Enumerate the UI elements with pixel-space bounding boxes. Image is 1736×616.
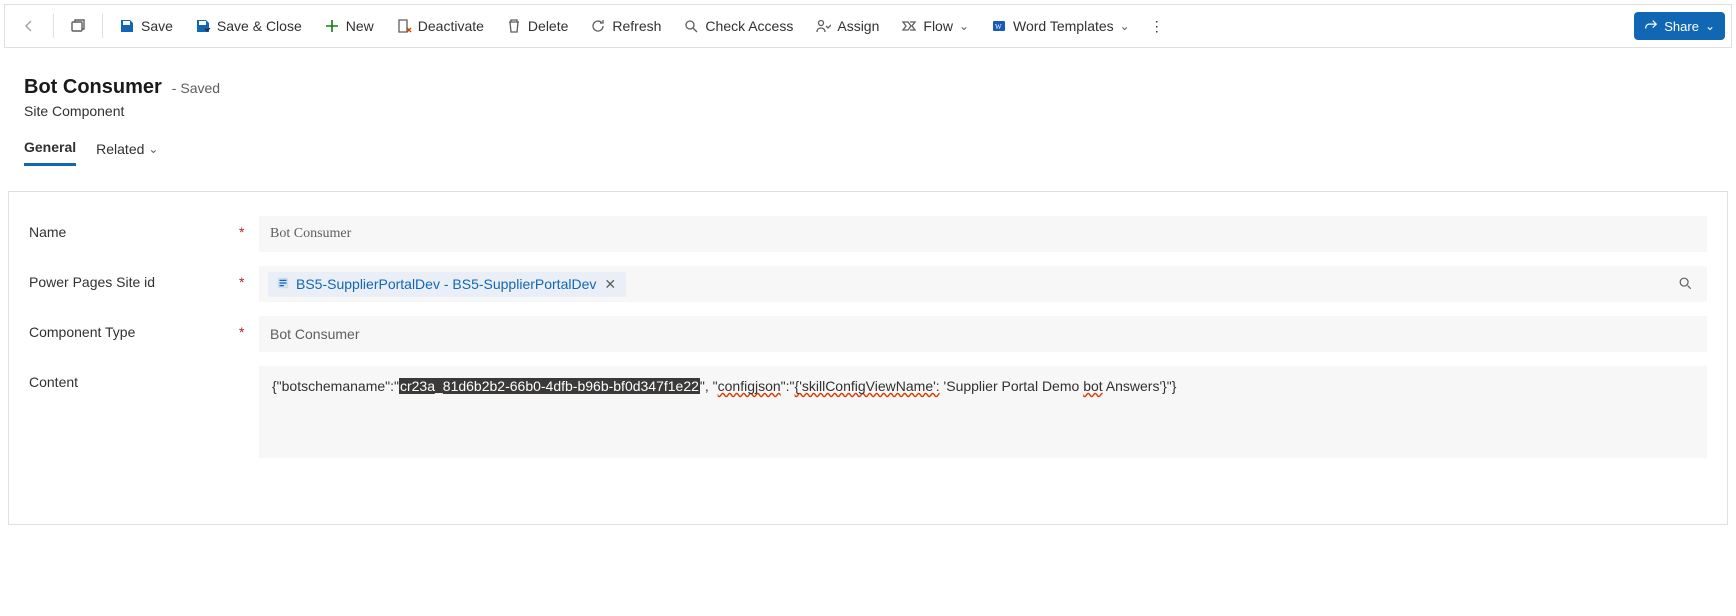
more-icon: ⋮ [1150,18,1164,35]
open-in-new-icon [70,18,86,34]
deactivate-label: Deactivate [418,18,484,34]
remove-chip-button[interactable]: ✕ [602,276,618,293]
assign-icon [815,18,831,34]
share-button[interactable]: Share ⌄ [1634,12,1725,40]
form-section-general: Name * Bot Consumer Power Pages Site id … [8,191,1728,525]
spacer [239,366,249,374]
entity-icon [276,276,290,293]
flow-label: Flow [923,18,953,34]
save-close-button[interactable]: Save & Close [185,8,312,44]
save-label: Save [141,18,173,34]
field-site-id: Power Pages Site id * BS5-SupplierPortal… [9,260,1727,310]
word-icon: W [991,18,1007,34]
chevron-down-icon: ⌄ [1705,19,1715,33]
form-header: Bot Consumer Saved Site Component [4,52,1732,119]
tab-general-label: General [24,139,76,155]
svg-text:W: W [995,23,1002,31]
command-bar: Save Save & Close New Deactivate Delete … [4,4,1732,48]
field-component-type-label: Component Type [29,316,229,340]
entity-name: Site Component [24,103,1712,119]
assign-button[interactable]: Assign [805,8,889,44]
back-arrow-icon [21,18,37,34]
field-site-id-lookup[interactable]: BS5-SupplierPortalDev - BS5-SupplierPort… [259,266,1707,302]
field-content-textarea[interactable]: {"botschemaname":"cr23a_81d6b2b2-66b0-4d… [259,366,1707,458]
check-access-label: Check Access [705,18,793,34]
record-title: Bot Consumer [24,76,162,99]
field-site-id-label: Power Pages Site id [29,266,229,290]
share-label: Share [1664,19,1699,34]
trash-icon [506,18,522,34]
content-squiggle: {'skillConfigViewName': [795,378,940,394]
open-in-new-button[interactable] [60,8,96,44]
overflow-button[interactable]: ⋮ [1142,8,1172,44]
check-access-button[interactable]: Check Access [673,8,803,44]
tab-general[interactable]: General [24,139,76,166]
back-button[interactable] [11,8,47,44]
check-access-icon [683,18,699,34]
content-part: 'Supplier Portal Demo [940,378,1084,394]
content-highlight: cr23a_81d6b2b2-66b0-4dfb-b96b-bf0d347f1e… [399,378,700,394]
field-component-type-input[interactable]: Bot Consumer [259,316,1707,352]
delete-label: Delete [528,18,568,34]
tab-list: General Related ⌄ [4,119,1732,167]
plus-icon [324,18,340,34]
divider [53,14,54,38]
refresh-icon [590,18,606,34]
refresh-button[interactable]: Refresh [580,8,671,44]
required-marker: * [239,266,249,290]
search-icon[interactable] [1672,276,1698,293]
save-button[interactable]: Save [109,8,183,44]
content-squiggle: bot [1083,378,1102,394]
chevron-down-icon: ⌄ [148,142,158,156]
field-name: Name * Bot Consumer [9,210,1727,260]
deactivate-icon [396,18,412,34]
field-component-type: Component Type * Bot Consumer [9,310,1727,360]
word-templates-label: Word Templates [1013,18,1114,34]
field-content-label: Content [29,366,229,390]
field-component-type-value: Bot Consumer [270,326,359,342]
flow-icon [901,18,917,34]
deactivate-button[interactable]: Deactivate [386,8,494,44]
delete-button[interactable]: Delete [496,8,578,44]
content-part: ":" [781,378,795,394]
share-icon [1644,18,1658,35]
field-name-input[interactable]: Bot Consumer [259,216,1707,252]
assign-label: Assign [837,18,879,34]
divider [102,14,103,38]
field-content: Content {"botschemaname":"cr23a_81d6b2b2… [9,360,1727,464]
chevron-down-icon: ⌄ [959,19,969,33]
flow-button[interactable]: Flow ⌄ [891,8,979,44]
content-part: ", " [700,378,718,394]
save-close-label: Save & Close [217,18,302,34]
required-marker: * [239,316,249,340]
new-label: New [346,18,374,34]
content-squiggle: configjson [718,378,781,394]
chevron-down-icon: ⌄ [1120,19,1130,33]
field-name-label: Name [29,216,229,240]
lookup-chip[interactable]: BS5-SupplierPortalDev - BS5-SupplierPort… [268,272,626,297]
field-name-value: Bot Consumer [270,226,351,242]
tab-related[interactable]: Related ⌄ [96,139,158,166]
save-icon [119,18,135,34]
new-button[interactable]: New [314,8,384,44]
lookup-chip-text: BS5-SupplierPortalDev - BS5-SupplierPort… [296,276,596,292]
refresh-label: Refresh [612,18,661,34]
word-templates-button[interactable]: W Word Templates ⌄ [981,8,1140,44]
save-status: Saved [172,80,220,96]
tab-related-label: Related [96,141,144,157]
content-part: {"botschemaname":" [272,378,399,394]
save-close-icon [195,18,211,34]
content-part: Answers'}"} [1103,378,1177,394]
required-marker: * [239,216,249,240]
